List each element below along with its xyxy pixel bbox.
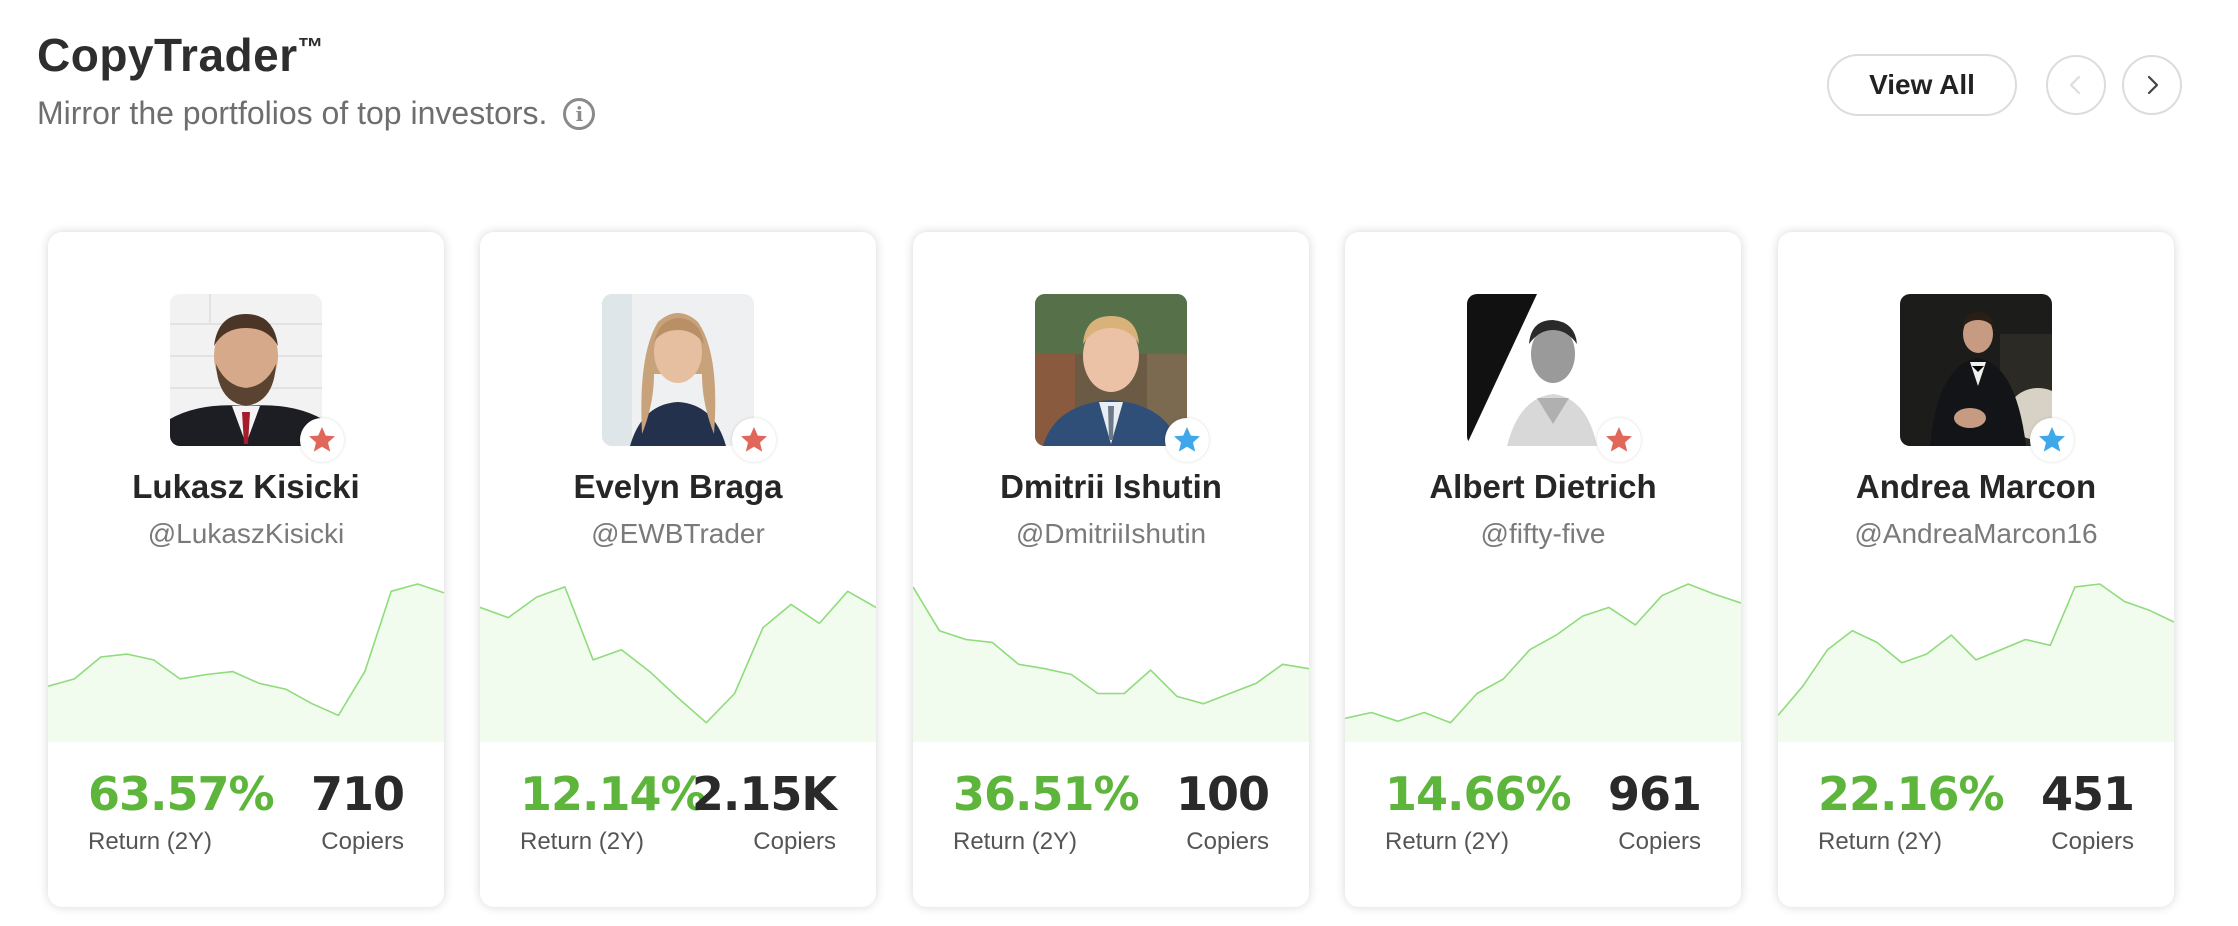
return-value: 14.66%: [1385, 767, 1572, 821]
avatar-photo: [170, 294, 322, 446]
trader-card[interactable]: Albert Dietrich @fifty-five 14.66% Retur…: [1345, 232, 1741, 907]
performance-sparkline: [1778, 572, 2174, 742]
copiers-label: Copiers: [1618, 828, 1701, 855]
trader-handle: @EWBTrader: [591, 518, 765, 549]
title-text: CopyTrader: [37, 29, 298, 81]
star-icon: [741, 427, 767, 452]
trader-avatar[interactable]: [1467, 294, 1641, 462]
return-label: Return (2Y): [520, 828, 645, 855]
copiers-label: Copiers: [753, 828, 836, 855]
sparkline-area: [1778, 584, 2174, 742]
previous-button[interactable]: [2046, 55, 2106, 115]
trader-handle: @LukaszKisicki: [147, 518, 345, 549]
copiers-label: Copiers: [2051, 828, 2134, 855]
copiers-value: 451: [2040, 767, 2135, 821]
performance-sparkline-svg: [480, 586, 876, 742]
trader-card[interactable]: Evelyn Braga @EWBTrader 12.14% Return (2…: [480, 232, 876, 907]
trader-name[interactable]: Albert Dietrich: [1345, 468, 1741, 506]
avatar: [1467, 294, 1619, 446]
star-badge: [300, 418, 344, 462]
performance-sparkline: [1345, 572, 1741, 742]
copiers-value: 710: [310, 767, 405, 821]
star-badge: [1165, 418, 1209, 462]
avatar-photo: [1467, 294, 1619, 446]
trader-avatar[interactable]: [170, 294, 344, 462]
sparkline-area: [480, 586, 876, 742]
trader-avatar[interactable]: [602, 294, 776, 462]
trader-avatar[interactable]: [1035, 294, 1209, 462]
avatar: [170, 294, 322, 446]
avatar-photo: [602, 294, 754, 446]
return-value: 36.51%: [953, 767, 1140, 821]
performance-sparkline-svg: [1778, 583, 2174, 742]
return-value: 63.57%: [88, 767, 275, 821]
chevron-left-icon: [2069, 75, 2081, 95]
avatar-photo: [1900, 294, 2052, 446]
view-all-button[interactable]: View All: [1827, 54, 2017, 116]
performance-sparkline-svg: [913, 586, 1309, 742]
avatar: [1035, 294, 1187, 446]
return-value: 12.14%: [520, 767, 707, 821]
trader-name[interactable]: Andrea Marcon: [1778, 468, 2174, 506]
star-icon: [1174, 427, 1200, 452]
trademark-mark: ™: [297, 32, 325, 62]
copiers-label: Copiers: [1186, 828, 1269, 855]
performance-sparkline: [913, 572, 1309, 742]
trader-card[interactable]: Lukasz Kisicki @LukaszKisicki 63.57% Ret…: [48, 232, 444, 907]
star-badge: [2030, 418, 2074, 462]
copiers-value: 100: [1175, 767, 1270, 821]
page-subtitle: Mirror the portfolios of top investors. …: [37, 95, 596, 132]
star-badge: [732, 418, 776, 462]
return-value: 22.16%: [1818, 767, 2005, 821]
trader-card[interactable]: Dmitrii Ishutin @DmitriiIshutin 36.51% R…: [913, 232, 1309, 907]
next-button[interactable]: [2122, 55, 2182, 115]
info-icon[interactable]: i: [563, 97, 596, 130]
trader-name[interactable]: Dmitrii Ishutin: [913, 468, 1309, 506]
trader-handle: @AndreaMarcon16: [1854, 518, 2098, 549]
star-icon: [1606, 427, 1632, 452]
copiers-value: 2.15K: [691, 767, 837, 821]
subtitle-text: Mirror the portfolios of top investors.: [37, 95, 548, 131]
trader-name[interactable]: Lukasz Kisicki: [48, 468, 444, 506]
trader-card[interactable]: Andrea Marcon @AndreaMarcon16 22.16% Ret…: [1778, 232, 2174, 907]
performance-sparkline-svg: [48, 583, 444, 742]
chevron-right-icon: [2147, 75, 2159, 95]
star-badge: [1597, 418, 1641, 462]
return-label: Return (2Y): [1385, 828, 1510, 855]
page-title: CopyTrader™: [37, 28, 324, 82]
copiers-label: Copiers: [321, 828, 404, 855]
trader-avatar[interactable]: [1900, 294, 2074, 462]
sparkline-area: [913, 586, 1309, 742]
sparkline-area: [48, 584, 444, 742]
return-label: Return (2Y): [953, 828, 1078, 855]
avatar: [602, 294, 754, 446]
star-icon: [309, 427, 335, 452]
trader-handle: @fifty-five: [1480, 518, 1606, 549]
return-label: Return (2Y): [1818, 828, 1943, 855]
trader-handle: @DmitriiIshutin: [1015, 518, 1207, 549]
copiers-value: 961: [1607, 767, 1702, 821]
performance-sparkline: [480, 572, 876, 742]
avatar-photo: [1035, 294, 1187, 446]
performance-sparkline-svg: [1345, 583, 1741, 742]
star-icon: [2039, 427, 2065, 452]
return-label: Return (2Y): [88, 828, 213, 855]
performance-sparkline: [48, 572, 444, 742]
avatar: [1900, 294, 2052, 446]
trader-name[interactable]: Evelyn Braga: [480, 468, 876, 506]
